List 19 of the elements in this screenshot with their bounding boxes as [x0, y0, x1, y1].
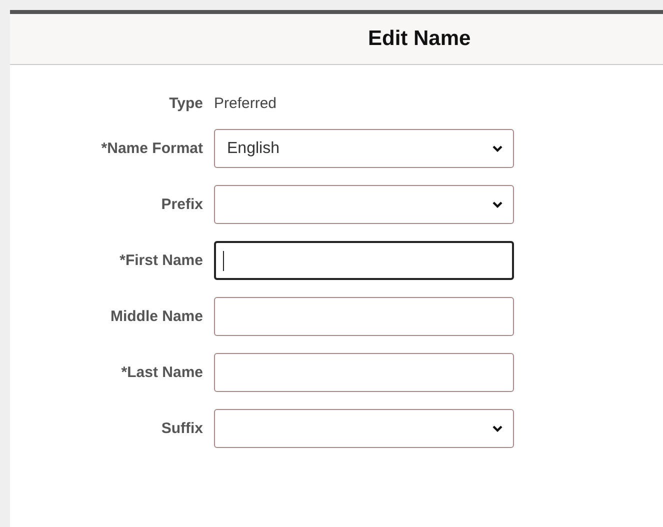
dropdown-field[interactable]: [214, 185, 514, 224]
field-label: Type: [169, 95, 203, 112]
dialog-title: Edit Name: [368, 27, 471, 51]
field-label: Prefix: [161, 196, 203, 213]
text-cursor: [223, 250, 224, 270]
field-label: Suffix: [161, 420, 203, 437]
chevron-down-icon: [492, 144, 503, 152]
input-field[interactable]: [214, 297, 514, 336]
input-field[interactable]: [214, 241, 514, 280]
input-field[interactable]: [214, 353, 514, 392]
field-label: *Name Format: [101, 140, 203, 157]
field-label: *First Name: [120, 252, 203, 269]
chevron-down-icon: [492, 424, 503, 432]
field-value: Preferred: [214, 95, 278, 112]
field-label: *Last Name: [121, 364, 203, 381]
dropdown-field[interactable]: English: [214, 129, 514, 168]
field-label: Middle Name: [110, 308, 203, 325]
chevron-down-icon: [492, 200, 503, 208]
dropdown-field[interactable]: [214, 409, 514, 448]
